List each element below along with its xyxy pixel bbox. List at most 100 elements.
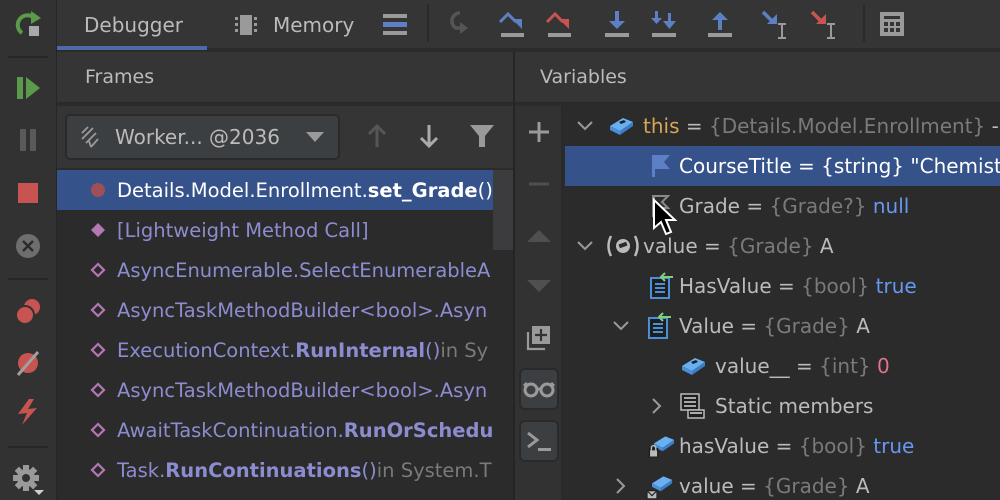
frame-row[interactable]: AsyncTaskMethodBuilder<bool>.Asyn <box>57 290 513 330</box>
mute-breakpoints-button[interactable] <box>10 345 46 381</box>
show-execution-point-button[interactable] <box>441 6 477 42</box>
tab-debugger[interactable]: Debugger <box>57 0 207 50</box>
variable-row[interactable]: this = {Details.Model.Enrollment} - <box>565 106 1000 146</box>
force-run-to-cursor-button[interactable] <box>806 6 842 42</box>
variable-name: CourseTitle <box>679 154 792 178</box>
debug-left-toolbar <box>0 0 57 500</box>
thread-selector[interactable]: Worker... @2036 <box>65 114 340 160</box>
move-watch-down-button[interactable] <box>521 268 557 304</box>
remove-watch-button[interactable] <box>521 166 557 202</box>
next-frame-button[interactable] <box>411 118 447 154</box>
duplicate-watch-button[interactable] <box>521 320 557 356</box>
variable-equals: = <box>679 114 709 138</box>
frame-row[interactable]: ExecutionContext. RunInternal() in Sy <box>57 330 513 370</box>
variable-row[interactable]: value = {Grade} A <box>565 466 1000 500</box>
separator <box>427 4 429 42</box>
property-icon <box>647 272 675 300</box>
variable-type: {int} <box>819 354 871 378</box>
chevron-down-icon[interactable] <box>575 236 595 256</box>
variable-text: value__ = {int} 0 <box>715 354 890 378</box>
memory-chip-icon <box>235 15 257 35</box>
variable-text: Static members <box>715 394 873 418</box>
frames-scrollbar[interactable] <box>493 170 513 250</box>
variable-text: value = {Grade} A <box>679 474 870 498</box>
frame-method: RunInternal <box>295 338 426 362</box>
layout-icon <box>383 14 407 35</box>
settings-button[interactable] <box>10 462 46 498</box>
step-over-button[interactable] <box>494 6 530 42</box>
filter-frames-button[interactable] <box>464 118 500 154</box>
diamond-outline-icon <box>89 461 107 479</box>
gear-icon <box>13 465 44 495</box>
detach-button[interactable] <box>10 228 46 264</box>
field-icon <box>607 112 635 140</box>
field-icon <box>679 352 707 380</box>
minus-icon <box>529 182 549 186</box>
variable-type: {Grade?} <box>769 194 867 218</box>
variable-row[interactable]: Value = {Grade} A <box>565 306 1000 346</box>
force-step-over-button[interactable] <box>541 6 577 42</box>
new-watch-button[interactable] <box>521 114 557 150</box>
frame-prefix: [Lightweight Method Call] <box>117 218 369 242</box>
run-to-cursor-button[interactable] <box>757 6 793 42</box>
variable-equals: = <box>733 474 764 498</box>
view-breakpoints-button[interactable] <box>10 294 46 330</box>
frame-prefix: Details.Model.Enrollment. <box>117 178 368 202</box>
variable-row[interactable]: HasValue = {bool} true <box>565 266 1000 306</box>
separator <box>8 56 48 58</box>
tab-memory[interactable]: Memory <box>233 0 354 50</box>
show-execution-point-icon <box>450 11 468 34</box>
frame-method: RunOrSchedu <box>343 418 494 442</box>
triangle-down-icon <box>527 280 551 292</box>
show-watches-toggle[interactable] <box>519 368 559 410</box>
variable-equals: = <box>769 434 799 458</box>
exception-breakpoints-button[interactable] <box>10 394 46 430</box>
immediate-window-toggle[interactable] <box>519 420 559 462</box>
variable-row[interactable]: CourseTitle = {string} "Chemist <box>565 146 1000 186</box>
chevron-down-icon[interactable] <box>611 316 631 336</box>
variable-value: "Chemist <box>904 154 1000 178</box>
variable-value: A <box>849 474 870 498</box>
variable-text: Grade = {Grade?} null <box>679 194 909 218</box>
variable-row[interactable]: Static members <box>565 386 1000 426</box>
force-run-to-cursor-icon <box>810 10 835 39</box>
variable-equals: = <box>739 194 770 218</box>
stop-button[interactable] <box>10 175 46 211</box>
move-watch-up-button[interactable] <box>521 218 557 254</box>
duplicate-icon <box>526 326 550 351</box>
frame-row[interactable]: Task. RunContinuations() in System.T <box>57 450 513 490</box>
variables-header: Variables <box>515 52 1000 104</box>
chevron-right-icon[interactable] <box>611 476 631 496</box>
rerun-button[interactable] <box>10 6 46 42</box>
chevron-down-icon[interactable] <box>575 116 595 136</box>
resume-button[interactable] <box>10 70 46 106</box>
step-out-button[interactable] <box>702 6 738 42</box>
evaluate-expression-button[interactable] <box>874 6 910 42</box>
breakpoints-icon <box>15 299 40 325</box>
force-step-into-icon <box>651 11 676 37</box>
frame-suffix: () <box>477 178 493 202</box>
arrow-down-icon <box>419 125 439 149</box>
pause-button[interactable] <box>10 122 46 158</box>
variable-text: HasValue = {bool} true <box>679 274 917 298</box>
frame-row[interactable]: AsyncTaskMethodBuilder<bool>.Asyn <box>57 370 513 410</box>
layout-button[interactable] <box>377 6 413 42</box>
previous-frame-button[interactable] <box>359 118 395 154</box>
variable-row[interactable]: hasValue = {bool} true <box>565 426 1000 466</box>
frame-prefix: AwaitTaskContinuation. <box>117 418 344 442</box>
step-into-button[interactable] <box>599 6 635 42</box>
frames-header: Frames <box>57 52 513 104</box>
frame-row[interactable]: AwaitTaskContinuation. RunOrSchedu <box>57 410 513 450</box>
variable-row[interactable]: value = {Grade} A <box>565 226 1000 266</box>
variable-row[interactable]: Grade = {Grade?} null <box>565 186 1000 226</box>
variable-row[interactable]: value__ = {int} 0 <box>565 346 1000 386</box>
diamond-outline-icon <box>89 341 107 359</box>
chevron-right-icon[interactable] <box>647 396 667 416</box>
frame-row[interactable]: AsyncEnumerable.SelectEnumerableA <box>57 250 513 290</box>
frame-row[interactable]: [Lightweight Method Call] <box>57 210 513 250</box>
force-step-into-button[interactable] <box>646 6 682 42</box>
breakpoint-dot-icon <box>89 181 107 199</box>
tab-memory-label: Memory <box>273 13 355 37</box>
frame-row[interactable]: Details.Model.Enrollment. set_Grade() <box>57 170 513 210</box>
variable-name: hasValue <box>679 434 770 458</box>
